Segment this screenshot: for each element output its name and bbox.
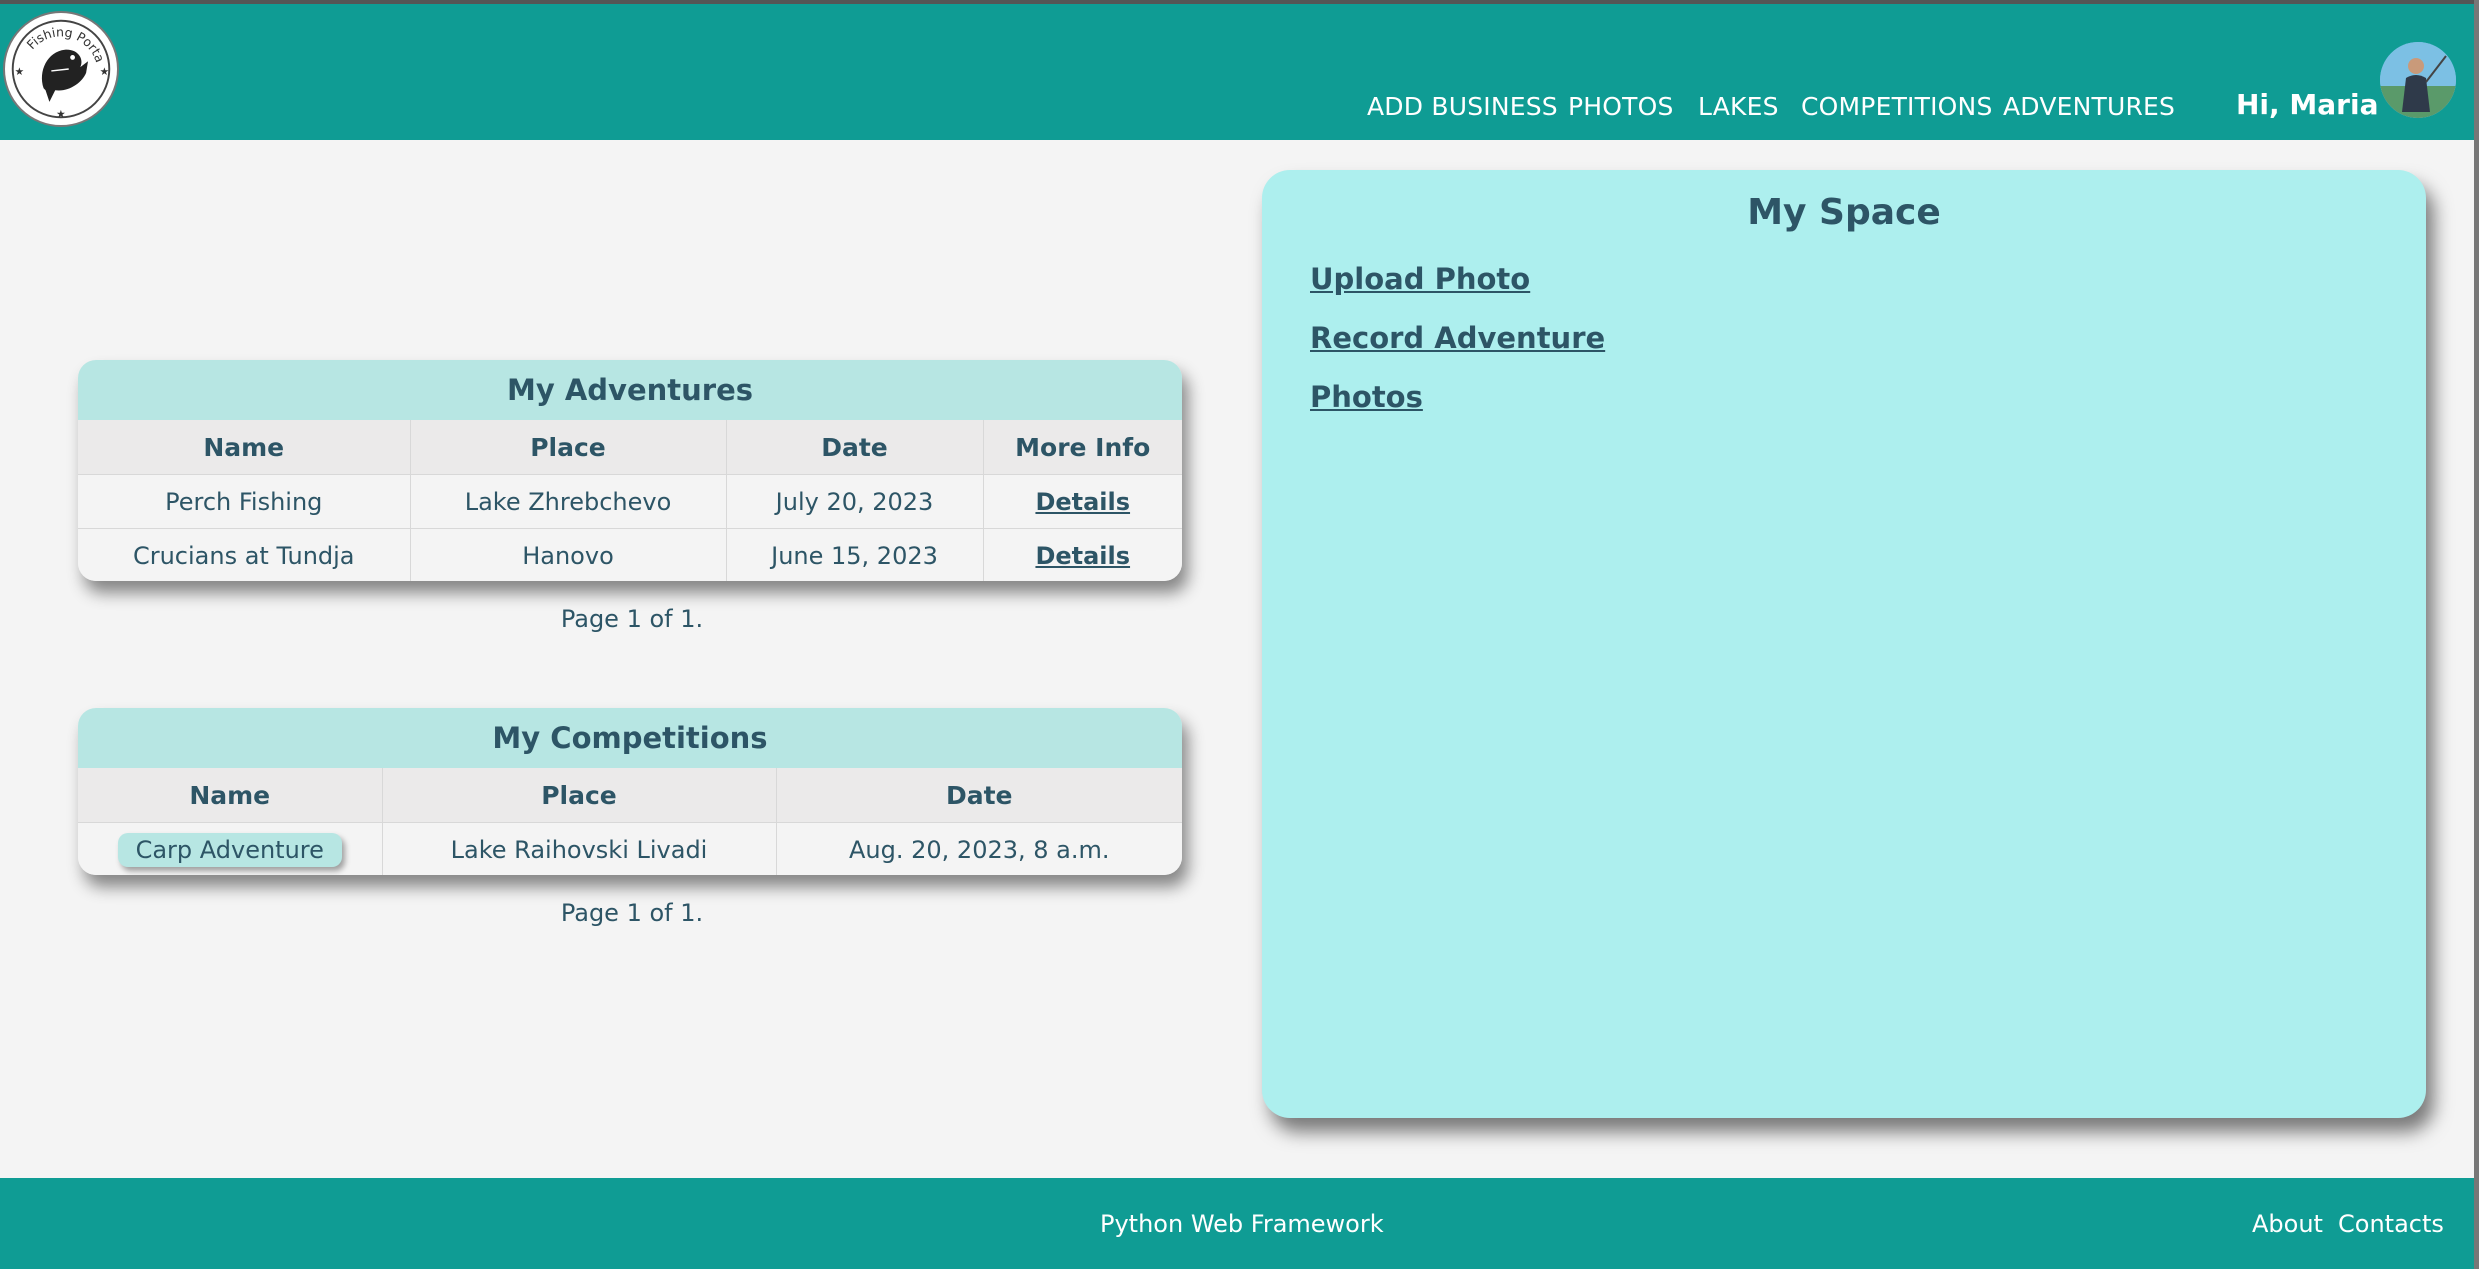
column-header-name: Name [78,768,382,823]
my-competitions-title: My Competitions [78,708,1182,768]
adventure-name: Crucians at Tundja [78,528,410,581]
adventures-pagination: Page 1 of 1. [560,605,704,633]
nav-adventures[interactable]: ADVENTURES [2003,92,2175,121]
my-adventures-title: My Adventures [78,360,1182,420]
adventure-date: July 20, 2023 [725,474,983,529]
competition-name-cell: Carp Adventure [78,822,382,875]
table-row: Carp Adventure Lake Raihovski Livadi Aug… [78,822,1182,875]
nav-lakes[interactable]: LAKES [1698,92,1779,121]
adventure-place: Lake Zhrebchevo [409,474,726,529]
adventure-details-cell: Details [982,474,1182,529]
column-header-place: Place [409,420,726,475]
site-header: Fishing Portal ★ ★ ★ ADD BUSINESS PHOTOS… [0,1,2474,140]
table-row: Crucians at Tundja Hanovo June 15, 2023 … [78,528,1182,581]
upload-photo-link[interactable]: Upload Photo [1310,262,1530,296]
footer-about-link[interactable]: About [2252,1210,2323,1238]
competition-name-button[interactable]: Carp Adventure [117,832,342,867]
fishing-portal-logo[interactable]: Fishing Portal ★ ★ ★ [3,1,119,127]
details-link[interactable]: Details [1035,542,1130,570]
adventure-details-cell: Details [982,528,1182,581]
svg-text:★: ★ [100,65,110,78]
my-competitions-table: Name Place Date Carp Adventure Lake Raih… [78,768,1182,875]
nav-photos[interactable]: PHOTOS [1568,92,1674,121]
nav-add-business[interactable]: ADD BUSINESS [1367,92,1558,121]
competition-place: Lake Raihovski Livadi [381,822,776,875]
nav-competitions[interactable]: COMPETITIONS [1801,92,1993,121]
avatar-photo-icon [2380,42,2456,118]
footer-framework-text: Python Web Framework [1100,1210,1384,1238]
photos-link[interactable]: Photos [1310,380,1423,414]
column-header-more-info: More Info [982,420,1182,475]
competition-date: Aug. 20, 2023, 8 a.m. [775,822,1182,875]
window-right-border [2474,0,2479,1269]
my-space-panel: My Space Upload Photo Record Adventure P… [1262,170,2426,1118]
footer-contacts-link[interactable]: Contacts [2338,1210,2444,1238]
column-header-date: Date [775,768,1182,823]
my-space-title: My Space [1747,192,1941,233]
table-row: Perch Fishing Lake Zhrebchevo July 20, 2… [78,474,1182,529]
table-header-row: Name Place Date More Info [78,420,1182,475]
column-header-place: Place [381,768,776,823]
user-greeting: Hi, Maria [2236,88,2379,121]
user-avatar[interactable] [2380,42,2456,118]
table-header-row: Name Place Date [78,768,1182,823]
adventure-place: Hanovo [409,528,726,581]
record-adventure-link[interactable]: Record Adventure [1310,321,1605,355]
adventure-date: June 15, 2023 [725,528,983,581]
fish-logo-icon: Fishing Portal ★ ★ ★ [3,1,111,120]
site-footer: Python Web Framework About Contacts [0,1178,2474,1269]
my-adventures-card: My Adventures Name Place Date More Info … [78,360,1182,581]
column-header-date: Date [725,420,983,475]
svg-text:★: ★ [56,107,66,120]
details-link[interactable]: Details [1035,488,1130,516]
my-competitions-card: My Competitions Name Place Date Carp Adv… [78,708,1182,875]
svg-text:★: ★ [15,65,25,78]
my-adventures-table: Name Place Date More Info Perch Fishing … [78,420,1182,581]
competitions-pagination: Page 1 of 1. [560,899,704,927]
adventure-name: Perch Fishing [78,474,410,529]
column-header-name: Name [78,420,410,475]
